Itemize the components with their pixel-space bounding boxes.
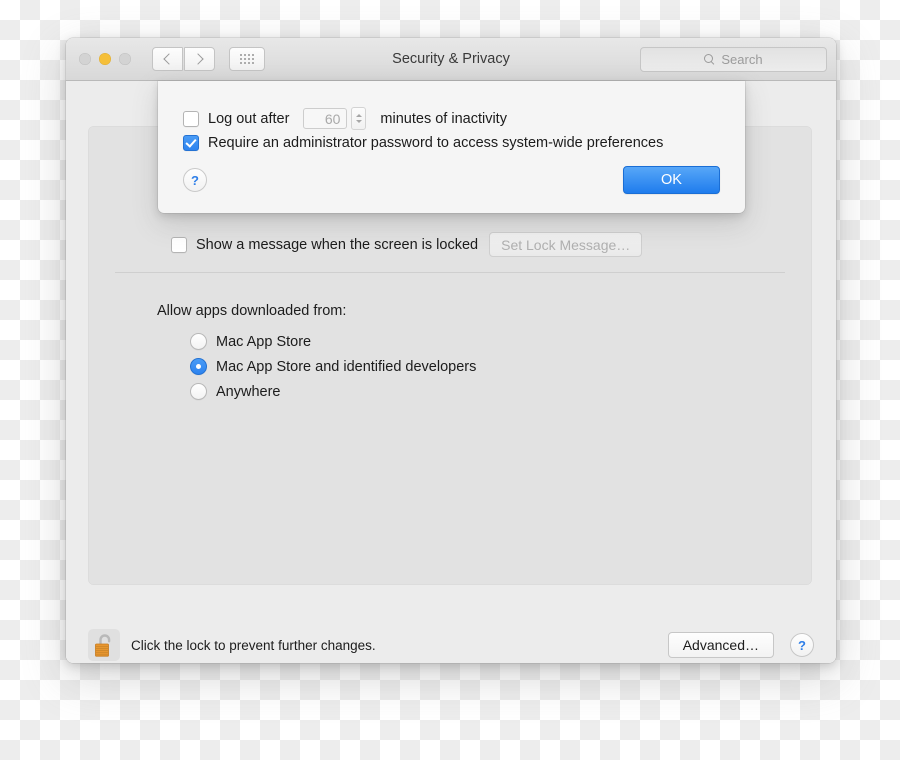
window-titlebar: Security & Privacy Search <box>66 38 836 81</box>
require-admin-password-label: Require an administrator password to acc… <box>208 135 664 151</box>
forward-button[interactable] <box>184 47 215 71</box>
lock-message-label: Click the lock to prevent further change… <box>131 637 376 653</box>
help-button[interactable]: ? <box>790 633 814 657</box>
back-button[interactable] <box>152 47 183 71</box>
section-divider <box>115 272 785 273</box>
require-admin-password-row: Require an administrator password to acc… <box>183 135 663 151</box>
stepper-up-arrow-icon <box>355 114 362 117</box>
minutes-stepper[interactable] <box>351 107 367 130</box>
radio-option-anywhere[interactable]: Anywhere <box>190 379 476 404</box>
radio-option-mac-app-store[interactable]: Mac App Store <box>190 329 476 354</box>
stepper-down-arrow-icon <box>355 120 362 123</box>
chevron-right-icon <box>192 53 204 65</box>
window-bottom-bar: Click the lock to prevent further change… <box>66 626 836 663</box>
log-out-after-label: Log out after <box>208 110 290 127</box>
radio-label: Anywhere <box>216 383 281 400</box>
ok-button[interactable]: OK <box>623 166 720 194</box>
advanced-settings-sheet: Log out after 60 minutes of inactivity R… <box>158 81 745 213</box>
search-placeholder: Search <box>721 52 763 67</box>
allow-apps-radio-group: Mac App Store Mac App Store and identifi… <box>190 329 476 404</box>
window-body: Show a message when the screen is locked… <box>66 81 836 663</box>
lock-button[interactable] <box>88 629 120 661</box>
navigation-button-group <box>152 47 215 71</box>
show-lock-message-label: Show a message when the screen is locked <box>196 236 479 253</box>
radio-label: Mac App Store <box>216 333 312 350</box>
log-out-after-row: Log out after 60 minutes of inactivity <box>183 107 507 130</box>
radio-option-mac-app-store-and-identified-developers[interactable]: Mac App Store and identified developers <box>190 354 476 379</box>
advanced-button[interactable]: Advanced… <box>667 632 774 658</box>
traffic-light-group <box>79 53 131 65</box>
close-button-icon[interactable] <box>79 53 91 65</box>
radio-label: Mac App Store and identified developers <box>216 358 477 375</box>
system-preferences-window: Security & Privacy Search Show a message… <box>66 38 836 663</box>
log-out-after-checkbox[interactable] <box>183 110 199 127</box>
minutes-input[interactable]: 60 <box>303 108 348 129</box>
minutes-suffix-label: minutes of inactivity <box>380 110 507 127</box>
sheet-help-button[interactable]: ? <box>183 168 207 192</box>
allow-apps-heading: Allow apps downloaded from: <box>157 303 347 319</box>
search-icon <box>704 54 715 65</box>
padlock-open-icon <box>94 633 110 657</box>
grid-dots-icon <box>240 54 254 64</box>
minimize-button-icon[interactable] <box>99 53 111 65</box>
chevron-left-icon <box>163 53 175 65</box>
set-lock-message-button[interactable]: Set Lock Message… <box>489 232 643 257</box>
radio-button[interactable] <box>190 333 207 350</box>
search-input[interactable]: Search <box>640 47 827 72</box>
radio-button[interactable] <box>190 358 207 375</box>
zoom-button-icon[interactable] <box>119 53 131 65</box>
show-lock-message-checkbox[interactable] <box>171 236 187 253</box>
radio-button[interactable] <box>190 383 207 400</box>
require-admin-password-checkbox[interactable] <box>183 135 199 151</box>
show-all-button[interactable] <box>229 47 265 71</box>
show-lock-message-row: Show a message when the screen is locked… <box>171 232 643 257</box>
